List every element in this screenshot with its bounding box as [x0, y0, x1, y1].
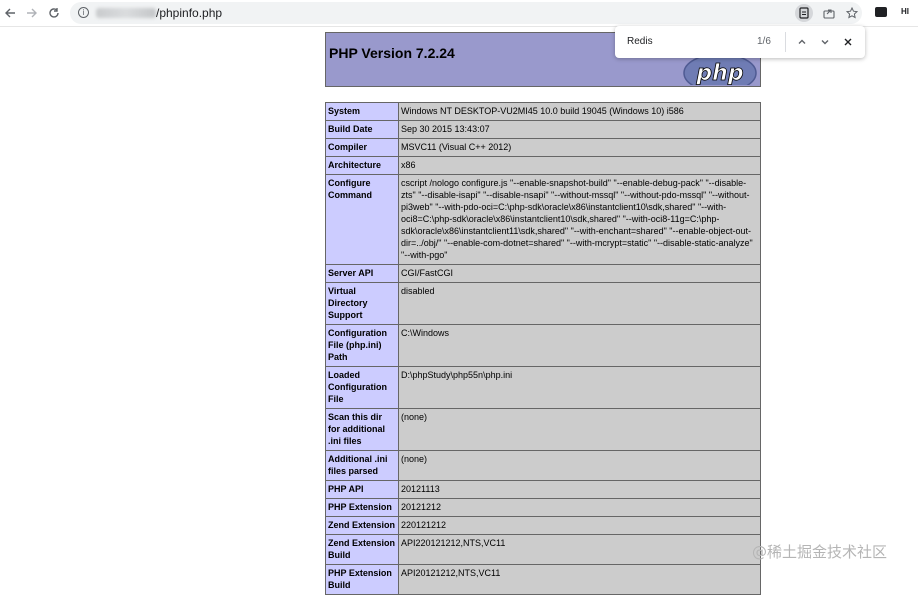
row-label: Configure Command — [325, 174, 399, 265]
table-row: PHP API 20121113 — [325, 480, 761, 499]
table-row: Zend Extension Build API220121212,NTS,VC1… — [325, 534, 761, 565]
row-label: Virtual Directory Support — [325, 282, 399, 325]
page-title: PHP Version 7.2.24 — [329, 45, 455, 61]
reload-icon[interactable] — [44, 3, 64, 23]
row-value: disabled — [398, 282, 761, 325]
row-label: Configuration File (php.ini) Path — [325, 324, 399, 367]
table-row: PHP Extension 20121212 — [325, 498, 761, 517]
table-row: Server API CGI/FastCGI — [325, 264, 761, 283]
row-label: Loaded Configuration File — [325, 366, 399, 409]
find-bar: Redis 1/6 — [615, 26, 865, 58]
table-row: Build Date Sep 30 2015 13:43:07 — [325, 120, 761, 139]
row-value: D:\phpStudy\php55n\php.ini — [398, 366, 761, 409]
row-value: MSVC11 (Visual C++ 2012) — [398, 138, 761, 157]
row-label: Scan this dir for additional .ini files — [325, 408, 399, 451]
row-value: cscript /nologo configure.js "--enable-s… — [398, 174, 761, 265]
find-match-count: 1/6 — [757, 36, 771, 47]
php-logo-text: php — [695, 61, 743, 85]
row-label: PHP API — [325, 480, 399, 499]
table-row: Virtual Directory Support disabled — [325, 282, 761, 325]
row-label: System — [325, 102, 399, 121]
row-value: 20121113 — [398, 480, 761, 499]
row-label: Architecture — [325, 156, 399, 175]
row-label: PHP Extension Build — [325, 564, 399, 595]
row-label: Compiler — [325, 138, 399, 157]
watermark: @稀土掘金技术社区 — [752, 543, 888, 561]
table-row: Zend Extension 220121212 — [325, 516, 761, 535]
table-row: System Windows NT DESKTOP-VU2MI45 10.0 bu… — [325, 102, 761, 121]
profile-icon[interactable]: HI — [901, 7, 909, 16]
row-label: Server API — [325, 264, 399, 283]
site-info-icon[interactable]: i — [78, 7, 89, 18]
row-value: API20121212,NTS,VC11 — [398, 564, 761, 595]
row-label: Zend Extension Build — [325, 534, 399, 565]
row-label: Zend Extension — [325, 516, 399, 535]
row-value: 20121212 — [398, 498, 761, 517]
browser-toolbar: i /phpinfo.php HI — [0, 0, 918, 27]
find-close-button[interactable] — [839, 33, 857, 51]
table-row: Compiler MSVC11 (Visual C++ 2012) — [325, 138, 761, 157]
row-label: Additional .ini files parsed — [325, 450, 399, 481]
find-previous-button[interactable] — [793, 33, 811, 51]
page-icon[interactable] — [795, 4, 813, 22]
close-icon — [844, 38, 852, 46]
row-value: x86 — [398, 156, 761, 175]
share-icon[interactable] — [820, 4, 838, 22]
table-row: Architecture x86 — [325, 156, 761, 175]
php-info-table: System Windows NT DESKTOP-VU2MI45 10.0 bu… — [325, 102, 761, 595]
row-value: C:\Windows — [398, 324, 761, 367]
row-label: Build Date — [325, 120, 399, 139]
table-row: Configuration File (php.ini) Path C:\Wind… — [325, 324, 761, 367]
extension-icon[interactable] — [875, 7, 887, 17]
row-value: (none) — [398, 408, 761, 451]
chevron-down-icon — [821, 40, 829, 45]
find-input[interactable]: Redis — [627, 36, 653, 47]
chevron-up-icon — [798, 39, 806, 44]
row-value: API220121212,NTS,VC11 — [398, 534, 761, 565]
row-value: (none) — [398, 450, 761, 481]
url-path: /phpinfo.php — [156, 6, 223, 20]
row-value: Sep 30 2015 13:43:07 — [398, 120, 761, 139]
table-row: Loaded Configuration File D:\phpStudy\php… — [325, 366, 761, 409]
address-bar[interactable]: i /phpinfo.php — [70, 2, 862, 24]
row-value: CGI/FastCGI — [398, 264, 761, 283]
row-value: 220121212 — [398, 516, 761, 535]
back-arrow-icon[interactable] — [0, 3, 20, 23]
table-row: Configure Command cscript /nologo configu… — [325, 174, 761, 265]
forward-arrow-icon[interactable] — [22, 3, 42, 23]
find-divider — [785, 32, 786, 52]
row-label: PHP Extension — [325, 498, 399, 517]
table-row: PHP Extension Build API20121212,NTS,VC11 — [325, 564, 761, 595]
blurred-host — [96, 8, 156, 18]
row-value: Windows NT DESKTOP-VU2MI45 10.0 build 19… — [398, 102, 761, 121]
bookmark-star-icon[interactable] — [843, 4, 861, 22]
find-next-button[interactable] — [816, 33, 834, 51]
table-row: Scan this dir for additional .ini files(… — [325, 408, 761, 451]
table-row: Additional .ini files parsed (none) — [325, 450, 761, 481]
